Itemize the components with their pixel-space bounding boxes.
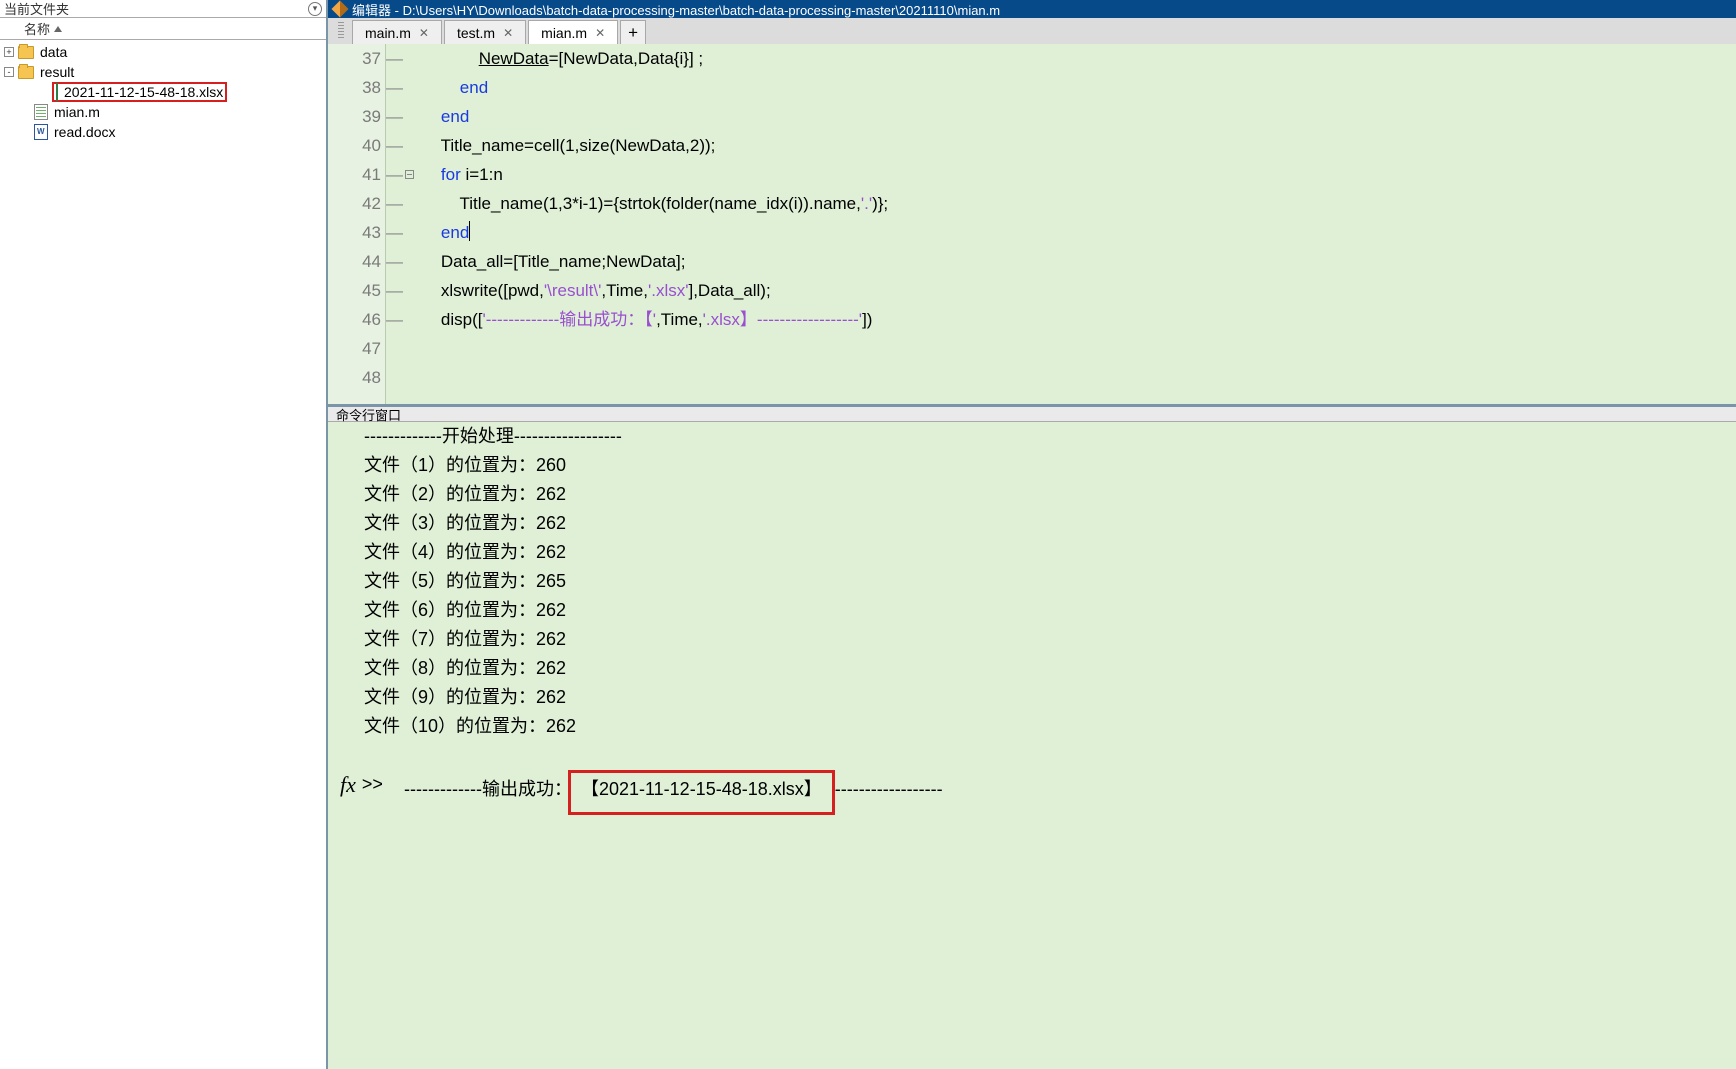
command-window[interactable]: -------------开始处理------------------文件（1）… [328, 422, 1736, 1069]
breakpoint-column[interactable]: —————————— [386, 44, 402, 404]
word-file-icon [34, 124, 48, 140]
code-line[interactable]: end [422, 73, 1736, 102]
fold-column[interactable] [402, 44, 416, 404]
command-output-line: 文件（9）的位置为：262 [364, 683, 1736, 712]
fold-toggle-icon[interactable] [405, 170, 414, 179]
command-window-title: 命令行窗口 [336, 405, 401, 424]
current-folder-panel: 当前文件夹 ▾ 名称 + data - result 2021-11-12-15-48-… [0, 0, 328, 1069]
editor-title-text: 编辑器 - D:\Users\HY\Downloads\batch-data-p… [352, 0, 1000, 19]
tab-label: test.m [457, 25, 495, 41]
col-name-label: 名称 [24, 19, 50, 38]
code-line[interactable]: end [422, 102, 1736, 131]
command-output-line: -------------开始处理------------------ [364, 422, 1736, 451]
code-area[interactable]: NewData=[NewData,Data{i}] ; end end Titl… [416, 44, 1736, 404]
close-tab-icon[interactable]: ✕ [503, 26, 513, 40]
xlsx-file-icon [56, 83, 58, 101]
command-window-title-bar: 命令行窗口 [328, 404, 1736, 422]
output-success-line: -------------输出成功：【2021-11-12-15-48-18.x… [364, 741, 1736, 770]
file-item[interactable]: read.docx [0, 122, 326, 142]
code-editor[interactable]: 373839404142434445464748 —————————— NewD… [328, 44, 1736, 404]
command-output-line: 文件（6）的位置为：262 [364, 596, 1736, 625]
command-output-line: 文件（2）的位置为：262 [364, 480, 1736, 509]
code-line[interactable] [422, 363, 1736, 392]
folder-icon [18, 66, 34, 79]
code-line[interactable]: Title_name=cell(1,size(NewData,2)); [422, 131, 1736, 160]
file-item[interactable]: 2021-11-12-15-48-18.xlsx [0, 82, 326, 102]
code-line[interactable] [422, 334, 1736, 363]
tab-label: main.m [365, 25, 411, 41]
current-folder-title: 当前文件夹 [4, 0, 69, 18]
folder-name: result [40, 64, 74, 80]
editor-icon [332, 1, 349, 18]
code-line[interactable]: Data_all=[Title_name;NewData]; [422, 247, 1736, 276]
command-output-line: 文件（5）的位置为：265 [364, 567, 1736, 596]
file-tree[interactable]: + data - result 2021-11-12-15-48-18.xlsx mian… [0, 40, 326, 1069]
highlighted-file: 2021-11-12-15-48-18.xlsx [52, 82, 227, 102]
file-item[interactable]: mian.m [0, 102, 326, 122]
editor-title-bar: 编辑器 - D:\Users\HY\Downloads\batch-data-p… [328, 0, 1736, 18]
editor-tab[interactable]: mian.m ✕ [528, 20, 618, 44]
code-line[interactable]: NewData=[NewData,Data{i}] ; [422, 44, 1736, 73]
expander-icon[interactable]: + [4, 47, 14, 57]
folder-item[interactable]: - result [0, 62, 326, 82]
panel-menu-button[interactable]: ▾ [308, 2, 322, 16]
tab-label: mian.m [541, 25, 587, 41]
close-tab-icon[interactable]: ✕ [595, 26, 605, 40]
tab-grip-icon[interactable] [338, 22, 344, 40]
editor-tab[interactable]: test.m ✕ [444, 20, 526, 44]
command-prompt[interactable]: fx >> [340, 770, 1712, 799]
editor-tab[interactable]: main.m ✕ [352, 20, 442, 44]
code-line[interactable]: end [422, 218, 1736, 247]
file-name: 2021-11-12-15-48-18.xlsx [64, 84, 223, 100]
file-col-header[interactable]: 名称 [0, 18, 326, 40]
code-line[interactable]: disp(['-------------输出成功：【',Time,'.xlsx】… [422, 305, 1736, 334]
command-output-line: 文件（1）的位置为：260 [364, 451, 1736, 480]
command-output-line: 文件（10）的位置为：262 [364, 712, 1736, 741]
prompt-symbol: >> [362, 770, 383, 799]
fx-icon[interactable]: fx [340, 770, 356, 799]
folder-name: data [40, 44, 67, 60]
line-gutter: 373839404142434445464748 [328, 44, 386, 404]
editor-tab-bar: main.m ✕ test.m ✕ mian.m ✕ + [328, 18, 1736, 44]
file-name: mian.m [54, 104, 100, 120]
expander-icon[interactable]: - [4, 67, 14, 77]
sort-asc-icon [54, 26, 62, 32]
close-tab-icon[interactable]: ✕ [419, 26, 429, 40]
file-name: read.docx [54, 124, 115, 140]
folder-icon [18, 46, 34, 59]
code-line[interactable]: Title_name(1,3*i-1)={strtok(folder(name_… [422, 189, 1736, 218]
green-file-icon [34, 104, 48, 120]
command-output-line: 文件（3）的位置为：262 [364, 509, 1736, 538]
code-line[interactable]: xlswrite([pwd,'\result\',Time,'.xlsx'],D… [422, 276, 1736, 305]
folder-item[interactable]: + data [0, 42, 326, 62]
command-output-line: 文件（8）的位置为：262 [364, 654, 1736, 683]
current-folder-title-bar: 当前文件夹 ▾ [0, 0, 326, 18]
command-output-line: 文件（4）的位置为：262 [364, 538, 1736, 567]
code-line[interactable]: for i=1:n [422, 160, 1736, 189]
command-output-line: 文件（7）的位置为：262 [364, 625, 1736, 654]
right-panel: 编辑器 - D:\Users\HY\Downloads\batch-data-p… [328, 0, 1736, 1069]
new-tab-button[interactable]: + [620, 20, 646, 44]
